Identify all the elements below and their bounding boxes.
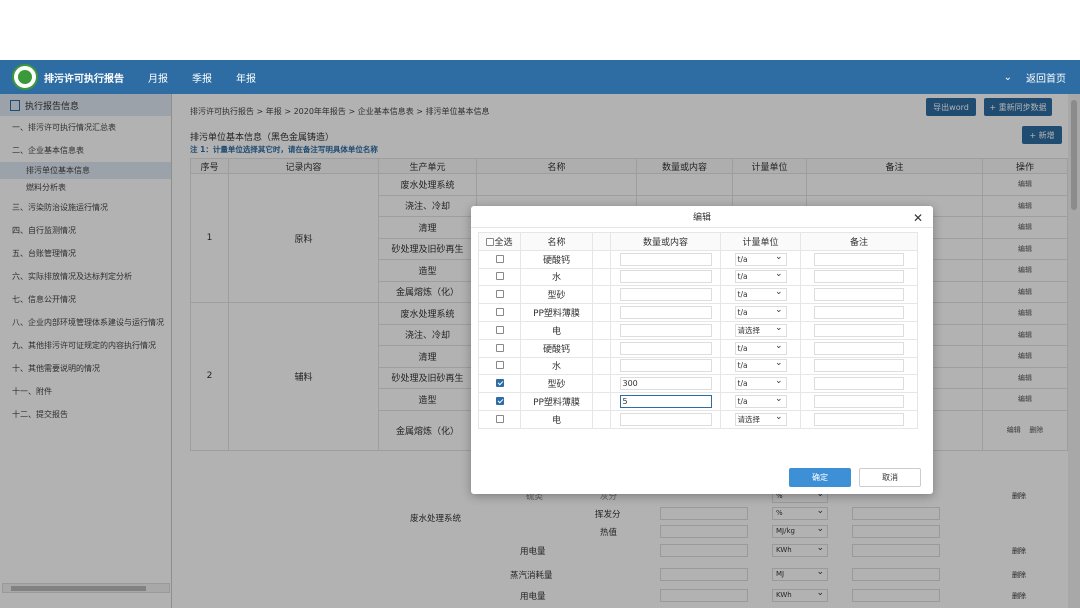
- value-input[interactable]: 300: [619, 377, 712, 391]
- value-input[interactable]: [619, 252, 712, 266]
- col-header: 备注: [800, 232, 918, 251]
- nav-quarterly[interactable]: 季报: [192, 70, 212, 85]
- top-blank-band: [0, 0, 1080, 60]
- nav-monthly[interactable]: 月报: [148, 70, 168, 85]
- item-name: 水: [520, 356, 593, 376]
- note-input[interactable]: [814, 270, 904, 284]
- item-name: 型砂: [520, 285, 593, 305]
- item-name: 硬酸钙: [520, 249, 593, 269]
- confirm-button[interactable]: 确定: [789, 468, 851, 487]
- app-header: 排污许可执行报告 月报 季报 年报 ⌄ 返回首页: [0, 60, 1080, 94]
- table-row: 型砂 t/a: [478, 285, 918, 305]
- unit-select[interactable]: t/a: [734, 269, 787, 284]
- select-all-checkbox[interactable]: [486, 238, 495, 247]
- item-name: 硬酸钙: [520, 338, 593, 358]
- cancel-button[interactable]: 取消: [859, 468, 921, 487]
- close-icon[interactable]: ✕: [913, 211, 923, 225]
- modal-title: 编辑: [692, 213, 711, 223]
- unit-select[interactable]: t/a: [734, 394, 787, 409]
- table-row: PP塑料薄膜 t/a: [478, 303, 918, 322]
- col-header: 名称: [520, 232, 593, 251]
- item-name: PP塑料薄膜: [520, 392, 593, 411]
- table-row: 型砂 300 t/a: [478, 374, 918, 394]
- note-input[interactable]: [814, 252, 904, 266]
- row-checkbox[interactable]: [495, 343, 504, 352]
- note-input[interactable]: [814, 323, 904, 337]
- note-input[interactable]: [814, 395, 904, 409]
- unit-select[interactable]: 请选择: [734, 323, 787, 337]
- value-input[interactable]: 5: [619, 395, 712, 409]
- value-input[interactable]: [619, 270, 712, 284]
- note-input[interactable]: [814, 341, 904, 355]
- edit-table: 全选 名称 数量或内容 计量单位 备注 硬酸钙 t/a 水 t/a 型砂 t/a PP…: [478, 232, 918, 429]
- item-name: 电: [520, 320, 593, 340]
- table-row: 电 请选择: [478, 409, 918, 429]
- row-checkbox-checked[interactable]: [495, 379, 504, 388]
- unit-select[interactable]: t/a: [734, 358, 787, 373]
- chevron-down-icon[interactable]: ⌄: [1004, 72, 1012, 83]
- value-input[interactable]: [619, 288, 712, 302]
- table-row: 水 t/a: [478, 267, 918, 287]
- row-checkbox[interactable]: [495, 308, 504, 317]
- unit-select[interactable]: t/a: [734, 376, 787, 391]
- unit-select[interactable]: t/a: [734, 305, 787, 320]
- value-input[interactable]: [619, 306, 712, 320]
- value-input[interactable]: [619, 412, 712, 426]
- item-name: 水: [520, 267, 593, 287]
- row-checkbox[interactable]: [495, 290, 504, 299]
- edit-modal: 编辑 ✕ 全选 名称 数量或内容 计量单位 备注 硬酸钙 t/a 水 t/a 型砂 t…: [471, 206, 933, 494]
- item-name: PP塑料薄膜: [520, 303, 593, 322]
- unit-select[interactable]: 请选择: [734, 412, 787, 426]
- logo-icon: [12, 64, 38, 90]
- table-row: 电 请选择: [478, 320, 918, 340]
- note-input[interactable]: [814, 306, 904, 320]
- table-row: PP塑料薄膜 5 t/a: [478, 392, 918, 411]
- table-row: 水 t/a: [478, 356, 918, 376]
- row-checkbox[interactable]: [495, 361, 504, 370]
- col-header: 全选: [494, 237, 513, 248]
- modal-title-bar: 编辑 ✕: [471, 206, 933, 228]
- table-row: 硬酸钙 t/a: [478, 249, 918, 269]
- row-checkbox[interactable]: [495, 272, 504, 281]
- note-input[interactable]: [814, 377, 904, 391]
- row-checkbox-checked[interactable]: [495, 397, 504, 406]
- nav-yearly[interactable]: 年报: [236, 70, 256, 85]
- note-input[interactable]: [814, 288, 904, 302]
- unit-select[interactable]: t/a: [734, 252, 787, 266]
- app-title: 排污许可执行报告: [44, 73, 124, 85]
- back-home-link[interactable]: 返回首页: [1026, 70, 1066, 85]
- item-name: 型砂: [520, 374, 593, 394]
- row-checkbox[interactable]: [495, 325, 504, 334]
- unit-select[interactable]: t/a: [734, 341, 787, 355]
- col-header: 数量或内容: [610, 232, 721, 251]
- row-checkbox[interactable]: [495, 254, 504, 263]
- note-input[interactable]: [814, 412, 904, 426]
- value-input[interactable]: [619, 323, 712, 337]
- item-name: 电: [520, 409, 593, 429]
- note-input[interactable]: [814, 359, 904, 373]
- table-row: 硬酸钙 t/a: [478, 338, 918, 358]
- value-input[interactable]: [619, 359, 712, 373]
- col-header: 计量单位: [720, 232, 801, 251]
- unit-select[interactable]: t/a: [734, 287, 787, 302]
- value-input[interactable]: [619, 341, 712, 355]
- row-checkbox[interactable]: [495, 414, 504, 423]
